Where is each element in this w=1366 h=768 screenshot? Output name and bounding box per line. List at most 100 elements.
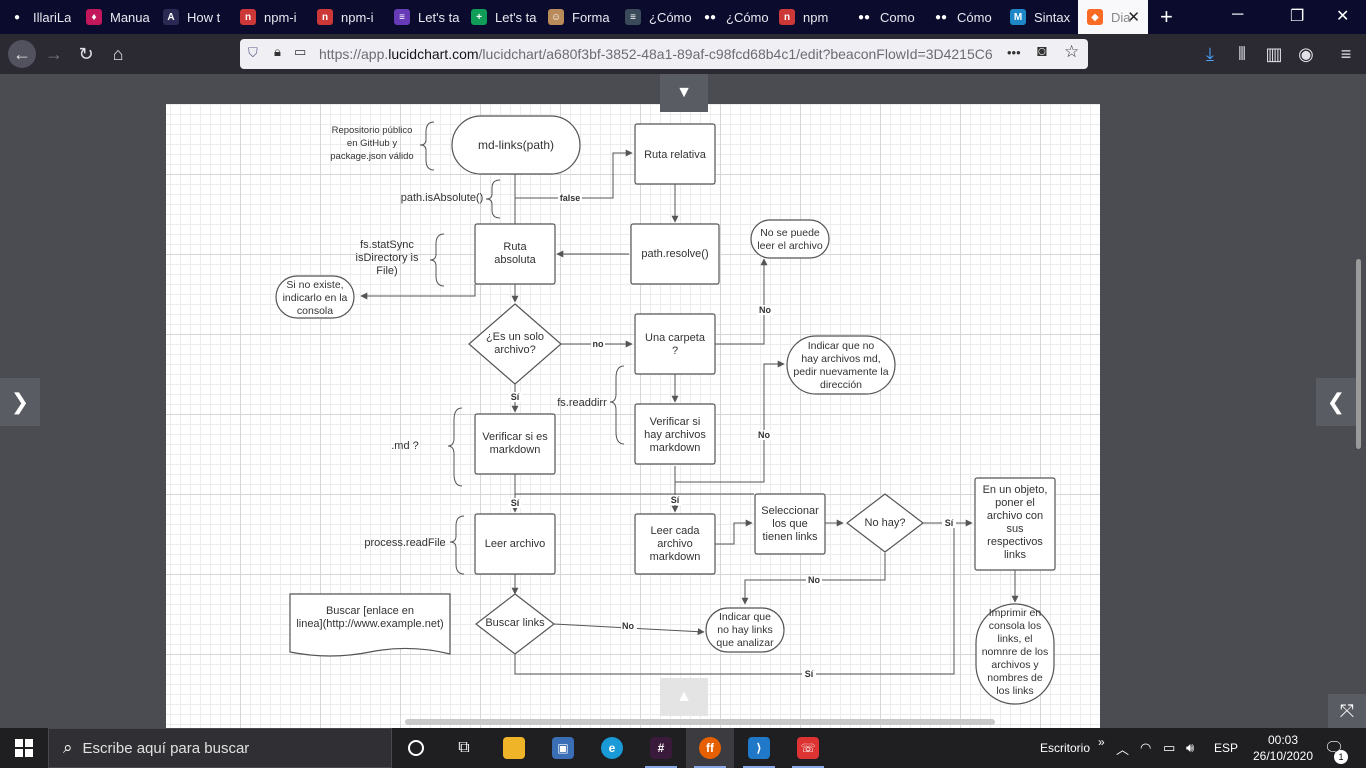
edge-label-si-1: Sí [511,392,520,402]
vscode-icon: ⟩ [748,737,770,759]
file-explorer-button[interactable] [490,728,538,768]
flowchart[interactable]: md-links(path) Ruta relativa path.resolv… [166,104,1100,728]
page-actions-button[interactable]: ••• [1007,45,1021,60]
objeto-label-6: links [1004,549,1027,561]
tab-list: ● IllariLa ♦ Manua A How t n npm-i n npm-i ≡ Let's … [0,0,1148,34]
cortana-icon [408,740,424,756]
url-text[interactable]: https://app.lucidchart.com/lucidchart/a6… [319,46,999,62]
home-button[interactable]: ⌂ [106,42,130,66]
buscar-doc-label-1: Buscar [enlace en [326,605,414,617]
show-hidden-icons-icon[interactable]: ︿ [1116,728,1129,768]
browser-tab[interactable]: ●● Como [847,0,924,34]
forward-button[interactable]: → [42,42,66,66]
library-icon[interactable]: ⫴ [1230,42,1254,66]
minimize-icon[interactable]: ─ [1232,6,1243,24]
clock[interactable]: 00:03 26/10/2020 [1248,732,1318,764]
ruta-absoluta-label-1: Ruta [503,241,527,253]
browser-tab[interactable]: ◆ Dia ✕ [1078,0,1148,34]
browser-tab[interactable]: ☺ Forma [539,0,616,34]
taskbar-search[interactable]: ⌕ Escribe aquí para buscar [48,728,392,768]
windows-logo-icon [15,739,33,757]
repo-note-2: en GitHub y [347,138,397,149]
menu-icon[interactable]: ≡ [1334,42,1358,66]
browser-tab[interactable]: ≡ ¿Cómo [616,0,693,34]
expand-right-panel-button[interactable]: ❮ [1316,378,1356,426]
medium-icon: ●● [702,9,718,25]
account-icon[interactable]: ◉ [1294,42,1318,66]
edge-button[interactable]: e [588,728,636,768]
browser-tab[interactable]: ● IllariLa [0,0,77,34]
browser-tab[interactable]: + Let's ta [462,0,539,34]
desktop-label[interactable]: Escritorio [1040,728,1090,768]
buscar-links-label: Buscar links [485,617,545,629]
close-window-icon[interactable]: ✕ [1336,6,1349,26]
m-logo-icon: M [1010,9,1026,25]
folder-icon [503,737,525,759]
vscode-button[interactable]: ⟩ [735,728,783,768]
clock-date: 26/10/2020 [1252,749,1314,763]
back-button[interactable]: ← [8,40,36,68]
whatsapp-button[interactable]: ☏ [784,728,832,768]
statsync-note-1: fs.statSync [360,239,414,251]
wifi-icon[interactable]: ◠ [1140,728,1151,768]
no-se-puede-label-2: leer el archivo [757,240,823,252]
pocket-icon[interactable]: ◙ [1037,43,1047,61]
url-bar[interactable]: ⛉ 🔒︎ ▭ https://app.lucidchart.com/lucidc… [240,39,1088,69]
objeto-label-4: sus [1006,523,1024,535]
restore-icon[interactable]: ❐ [1290,6,1304,26]
lock-icon[interactable]: 🔒︎ [274,44,281,60]
expand-left-panel-button[interactable]: ❯ [0,378,40,426]
md-note: .md ? [391,440,419,452]
node-no-se-puede[interactable] [750,219,830,259]
edge-icon: e [601,737,623,759]
horizontal-scrollbar[interactable] [405,719,995,725]
language-indicator[interactable]: ESP [1214,728,1238,768]
is-absolute-note: path.isAbsolute() [401,192,484,204]
objeto-label-3: archivo con [987,510,1043,522]
browser-tab[interactable]: ≡ Let's ta [385,0,462,34]
browser-tab[interactable]: ●● ¿Cómo [693,0,770,34]
collapse-toolbar-button[interactable]: ▼ [660,74,708,112]
download-icon[interactable]: ⤓ [1198,42,1222,66]
node-una-carpeta[interactable] [634,313,716,375]
a-logo-icon: A [163,9,179,25]
browser-tab[interactable]: ●● Cómo [924,0,1001,34]
toolbar-chevron[interactable]: » [1098,722,1105,762]
fullscreen-icon[interactable]: ⤧ [1328,694,1366,728]
tab-label: ¿Cómo [726,9,769,25]
browser-tab[interactable]: n npm-i [231,0,308,34]
browser-tab[interactable]: ♦ Manua [77,0,154,34]
sidebar-icon[interactable]: ▥ [1262,42,1286,66]
volume-icon[interactable]: 🔊︎ [1186,728,1194,768]
no-hay-links-label-3: que analizar [716,637,774,649]
page-icon: ▭ [294,44,307,59]
store-button[interactable]: ▣ [539,728,587,768]
browser-tab[interactable]: n npm-i [308,0,385,34]
battery-icon[interactable]: ▭ [1163,728,1175,768]
firefox-icon: ff [699,737,721,759]
task-view-icon: ⧉ [458,739,470,756]
verificar-hay-label-1: Verificar si [650,416,701,428]
vertical-scrollbar[interactable] [1356,259,1361,449]
cortana-button[interactable] [392,728,440,768]
new-tab-button[interactable]: + [1160,4,1173,30]
diagram-canvas[interactable]: md-links(path) Ruta relativa path.resolv… [166,104,1100,728]
browser-tab[interactable]: n npm [770,0,847,34]
start-button[interactable] [0,728,48,768]
shield-icon[interactable]: ⛉ [248,45,258,61]
firefox-button[interactable]: ff [686,728,734,768]
no-hay-md-label-4: dirección [820,379,862,391]
statsync-note-3: File) [376,265,397,277]
expand-bottom-panel-button[interactable]: ▲ [660,678,708,716]
slack-button[interactable]: # [637,728,685,768]
forms-icon: ≡ [394,9,410,25]
edge-label-si-2: Sí [511,498,520,508]
npm-icon: n [317,9,333,25]
task-view-button[interactable]: ⧉ [440,728,488,768]
browser-tab[interactable]: M Sintax [1001,0,1078,34]
browser-tab[interactable]: A How t [154,0,231,34]
reload-button[interactable]: ↻ [74,42,98,66]
verificar-md-label-2: markdown [490,444,541,456]
close-tab-icon[interactable]: ✕ [1127,8,1140,26]
bookmark-star-icon[interactable]: ☆ [1064,42,1079,62]
